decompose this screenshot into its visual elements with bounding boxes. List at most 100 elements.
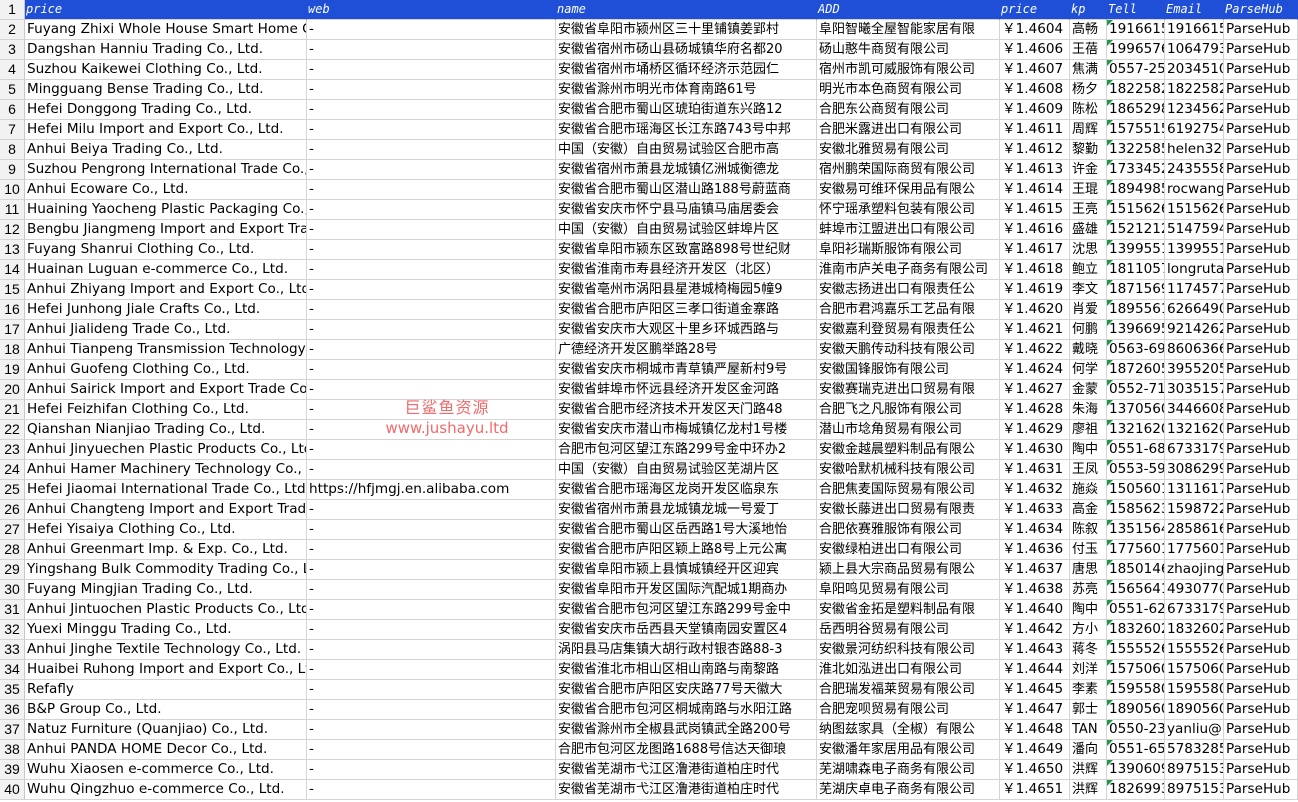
price-cell[interactable]: ￥1.4632 bbox=[1000, 480, 1070, 500]
price-cell[interactable]: ￥1.4631 bbox=[1000, 460, 1070, 480]
address-cell[interactable]: 广德经济开发区鹏举路28号 bbox=[556, 340, 817, 360]
row-number[interactable]: 37 bbox=[0, 720, 25, 740]
company-cell[interactable]: Fuyang Mingjian Trading Co., Ltd. bbox=[25, 580, 307, 600]
company-cn-cell[interactable]: 合肥宠呗贸易有限公司 bbox=[817, 700, 1000, 720]
row-number[interactable]: 12 bbox=[0, 220, 25, 240]
tell-cell[interactable]: 0552-71 bbox=[1107, 380, 1165, 400]
row-number[interactable]: 19 bbox=[0, 360, 25, 380]
price-cell[interactable]: ￥1.4611 bbox=[1000, 120, 1070, 140]
price-cell[interactable]: ￥1.4608 bbox=[1000, 80, 1070, 100]
tell-cell[interactable]: 15656418 bbox=[1107, 580, 1165, 600]
email-cell[interactable]: zhaojing bbox=[1165, 560, 1224, 580]
kp-cell[interactable]: 朱海 bbox=[1070, 400, 1107, 420]
web-cell[interactable]: - bbox=[307, 640, 556, 660]
source-cell[interactable]: ParseHub bbox=[1224, 580, 1298, 600]
address-cell[interactable]: 安徽省安庆市怀宁县马庙镇马庙居委会 bbox=[556, 200, 817, 220]
price-cell[interactable]: ￥1.4633 bbox=[1000, 500, 1070, 520]
tell-cell[interactable]: 13705605 bbox=[1107, 400, 1165, 420]
web-cell[interactable]: - bbox=[307, 60, 556, 80]
web-cell[interactable]: - bbox=[307, 280, 556, 300]
tell-cell[interactable]: 0563-69 bbox=[1107, 340, 1165, 360]
kp-cell[interactable]: 戴晓 bbox=[1070, 340, 1107, 360]
address-cell[interactable]: 安徽省安庆市桐城市青草镇严屋新村9号 bbox=[556, 360, 817, 380]
company-cn-cell[interactable]: 阜阳鸣见贸易有限公司 bbox=[817, 580, 1000, 600]
row-number[interactable]: 38 bbox=[0, 740, 25, 760]
company-cell[interactable]: Anhui PANDA HOME Decor Co., Ltd. bbox=[25, 740, 307, 760]
tell-cell[interactable]: 0550-23 bbox=[1107, 720, 1165, 740]
tell-cell[interactable]: 18225821 bbox=[1107, 80, 1165, 100]
address-cell[interactable]: 中国（安徽）自由贸易试验区合肥市高 bbox=[556, 140, 817, 160]
company-cell[interactable]: Hefei Jiaomai International Trade Co., L… bbox=[25, 480, 307, 500]
source-cell[interactable]: ParseHub bbox=[1224, 480, 1298, 500]
source-cell[interactable]: ParseHub bbox=[1224, 320, 1298, 340]
column-header-add[interactable]: ADD bbox=[817, 0, 1000, 20]
kp-cell[interactable]: 方小 bbox=[1070, 620, 1107, 640]
company-cn-cell[interactable]: 安徽哈默机械科技有限公司 bbox=[817, 460, 1000, 480]
email-cell[interactable]: 12345620 bbox=[1165, 100, 1224, 120]
email-cell[interactable]: 57832858 bbox=[1165, 740, 1224, 760]
price-cell[interactable]: ￥1.4613 bbox=[1000, 160, 1070, 180]
company-cn-cell[interactable]: 宿州鹏荣国际商贸有限公司 bbox=[817, 160, 1000, 180]
price-cell[interactable]: ￥1.4620 bbox=[1000, 300, 1070, 320]
kp-cell[interactable]: 王琨 bbox=[1070, 180, 1107, 200]
kp-cell[interactable]: 廖祖 bbox=[1070, 420, 1107, 440]
company-cn-cell[interactable]: 合肥米露进出口有限公司 bbox=[817, 120, 1000, 140]
company-cell[interactable]: Anhui Changteng Import and Export Trade bbox=[25, 500, 307, 520]
company-cn-cell[interactable]: 合肥依赛雅服饰有限公司 bbox=[817, 520, 1000, 540]
row-number[interactable]: 5 bbox=[0, 80, 25, 100]
company-cn-cell[interactable]: 颍上县大宗商品贸易有限公 bbox=[817, 560, 1000, 580]
address-cell[interactable]: 安徽省亳州市涡阳县星港城椅梅园5幢9 bbox=[556, 280, 817, 300]
email-cell[interactable]: 89751539 bbox=[1165, 760, 1224, 780]
price-cell[interactable]: ￥1.4618 bbox=[1000, 260, 1070, 280]
company-cell[interactable]: Hefei Donggong Trading Co., Ltd. bbox=[25, 100, 307, 120]
address-cell[interactable]: 合肥市包河区龙图路1688号信达天御琅 bbox=[556, 740, 817, 760]
address-cell[interactable]: 安徽省合肥市庐阳区颖上路8号上元公寓 bbox=[556, 540, 817, 560]
kp-cell[interactable]: 郭士 bbox=[1070, 700, 1107, 720]
tell-cell[interactable]: 13995517 bbox=[1107, 240, 1165, 260]
web-cell[interactable]: - bbox=[307, 500, 556, 520]
company-cell[interactable]: B&P Group Co., Ltd. bbox=[25, 700, 307, 720]
address-cell[interactable]: 合肥市包河区望江东路299号金中环办2 bbox=[556, 440, 817, 460]
price-cell[interactable]: ￥1.4612 bbox=[1000, 140, 1070, 160]
company-cell[interactable]: Yuexi Minggu Trading Co., Ltd. bbox=[25, 620, 307, 640]
address-cell[interactable]: 中国（安徽）自由贸易试验区芜湖片区 bbox=[556, 460, 817, 480]
source-cell[interactable]: ParseHub bbox=[1224, 440, 1298, 460]
web-cell[interactable]: - bbox=[307, 240, 556, 260]
address-cell[interactable]: 中国（安徽）自由贸易试验区蚌埠片区 bbox=[556, 220, 817, 240]
tell-cell[interactable]: 15856236 bbox=[1107, 500, 1165, 520]
company-cell[interactable]: Wuhu Qingzhuo e-commerce Co., Ltd. bbox=[25, 780, 307, 800]
email-cell[interactable]: 30862990 bbox=[1165, 460, 1224, 480]
source-cell[interactable]: ParseHub bbox=[1224, 100, 1298, 120]
price-cell[interactable]: ￥1.4651 bbox=[1000, 780, 1070, 800]
company-cn-cell[interactable]: 潜山市埝角贸易有限公司 bbox=[817, 420, 1000, 440]
tell-cell[interactable]: 0551-62 bbox=[1107, 600, 1165, 620]
row-number[interactable]: 18 bbox=[0, 340, 25, 360]
row-number[interactable]: 24 bbox=[0, 460, 25, 480]
address-cell[interactable]: 安徽省宿州市埇桥区循环经济示范园仁 bbox=[556, 60, 817, 80]
kp-cell[interactable]: 肖爱 bbox=[1070, 300, 1107, 320]
kp-cell[interactable]: 陈叙 bbox=[1070, 520, 1107, 540]
email-cell[interactable]: helen329 bbox=[1165, 140, 1224, 160]
address-cell[interactable]: 涡阳县马店集镇大胡行政村银杏路88-3 bbox=[556, 640, 817, 660]
price-cell[interactable]: ￥1.4616 bbox=[1000, 220, 1070, 240]
row-number[interactable]: 31 bbox=[0, 600, 25, 620]
web-cell[interactable]: - bbox=[307, 520, 556, 540]
price-cell[interactable]: ￥1.4645 bbox=[1000, 680, 1070, 700]
email-cell[interactable]: 34466082 bbox=[1165, 400, 1224, 420]
tell-cell[interactable]: 18726059 bbox=[1107, 360, 1165, 380]
address-cell[interactable]: 安徽省阜阳市开发区国际汽配城1期商办 bbox=[556, 580, 817, 600]
price-cell[interactable]: ￥1.4609 bbox=[1000, 100, 1070, 120]
email-cell[interactable]: 15156268 bbox=[1165, 200, 1224, 220]
email-cell[interactable]: 15955806 bbox=[1165, 680, 1224, 700]
web-cell[interactable]: - bbox=[307, 600, 556, 620]
email-cell[interactable]: 17756015 bbox=[1165, 540, 1224, 560]
tell-cell[interactable]: 18652981 bbox=[1107, 100, 1165, 120]
company-cell[interactable]: Anhui Tianpeng Transmission Technology C bbox=[25, 340, 307, 360]
source-cell[interactable]: ParseHub bbox=[1224, 160, 1298, 180]
web-cell[interactable]: - bbox=[307, 20, 556, 40]
row-number[interactable]: 30 bbox=[0, 580, 25, 600]
price-cell[interactable]: ￥1.4637 bbox=[1000, 560, 1070, 580]
source-cell[interactable]: ParseHub bbox=[1224, 420, 1298, 440]
row-number[interactable]: 1 bbox=[0, 0, 25, 20]
tell-cell[interactable]: 0551-65 bbox=[1107, 740, 1165, 760]
